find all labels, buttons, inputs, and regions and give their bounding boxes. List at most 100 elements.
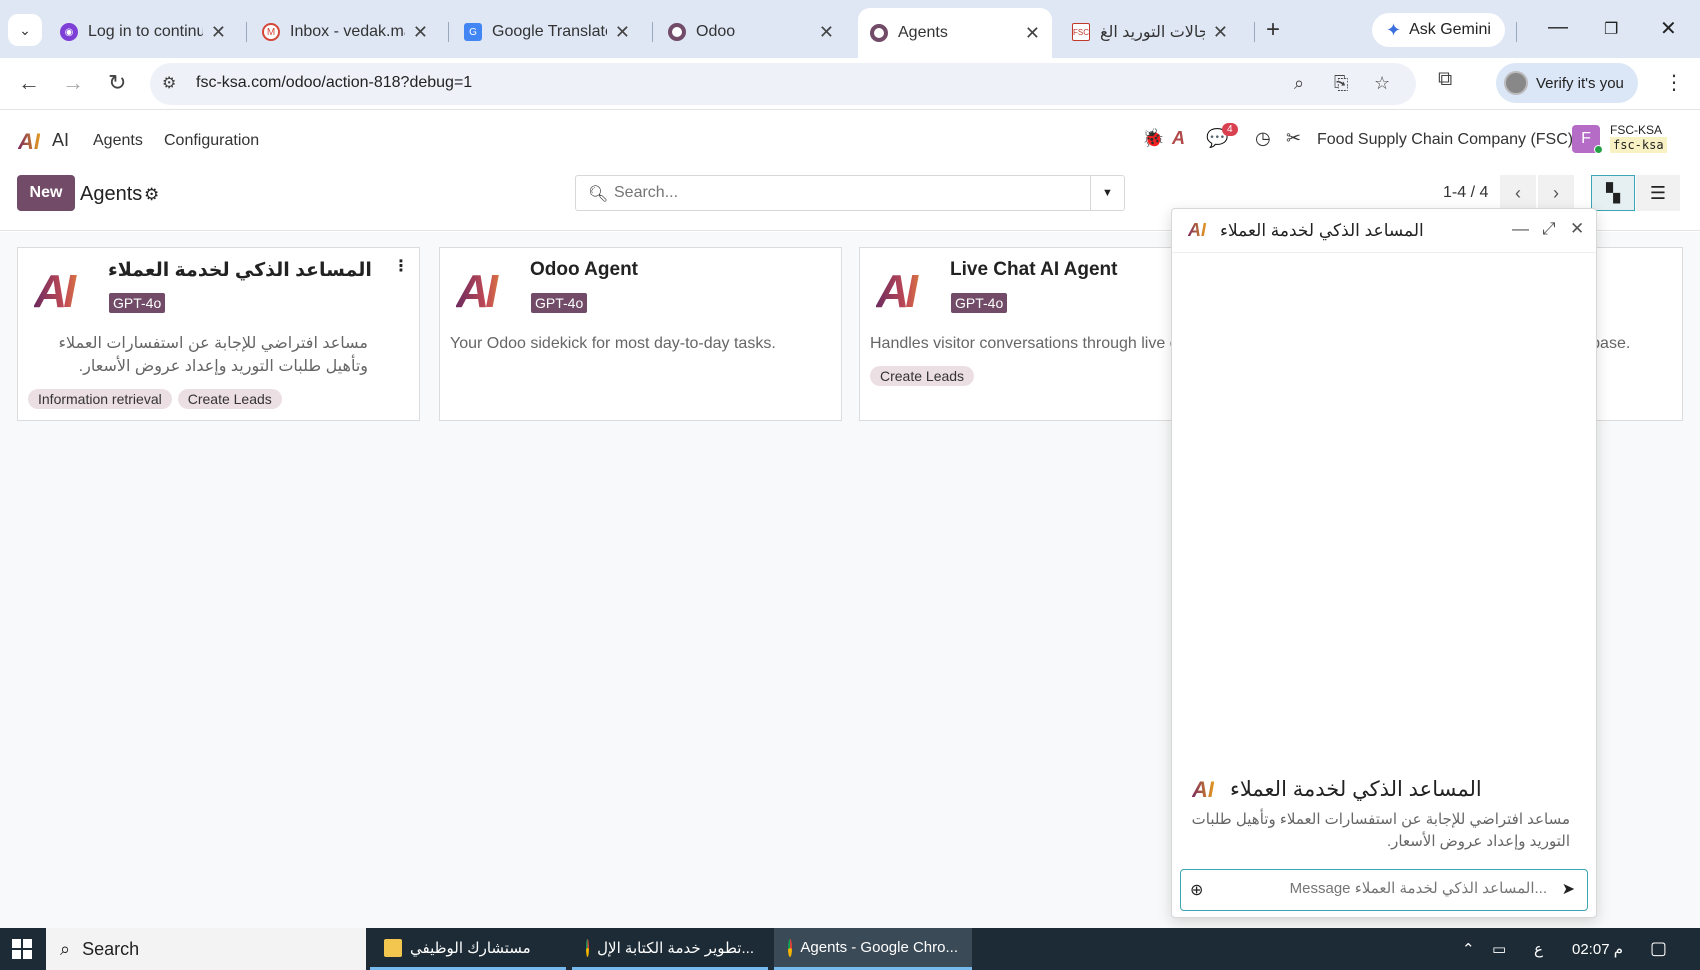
site-settings-icon[interactable]: ⚙ — [162, 73, 176, 93]
odoo-icon — [668, 23, 686, 41]
tab-supply-fields[interactable]: FSC مجالات التوريد الغ ✕ — [1060, 12, 1240, 52]
database-code: fsc-ksa — [1610, 137, 1667, 153]
close-icon[interactable]: ✕ — [615, 22, 630, 43]
back-arrow-icon[interactable]: ← — [18, 70, 40, 96]
pager-previous-icon[interactable]: ‹ — [1500, 175, 1536, 211]
send-icon[interactable]: ➤ — [1562, 879, 1575, 899]
security-icon: ◉ — [60, 23, 78, 41]
debug-bug-icon[interactable]: 🐞 — [1142, 128, 1164, 149]
taskbar-app-label: تطوير خدمة الكتابة الإل... — [597, 939, 754, 957]
browser-menu-icon[interactable]: ⋮ — [1664, 70, 1684, 95]
tab-label: Google Translate — [492, 23, 607, 40]
message-input[interactable] — [1217, 880, 1547, 897]
tab-search-button[interactable]: ⌄ — [8, 14, 42, 46]
tab-label: مجالات التوريد الغ — [1100, 24, 1205, 41]
tab-divider — [246, 22, 247, 42]
card-menu-icon[interactable]: ⋮ — [393, 256, 409, 276]
search-options-toggle[interactable]: ▼ — [1090, 176, 1124, 210]
clock-time[interactable]: م 02:07 — [1572, 940, 1623, 958]
topic-tag: Create Leads — [177, 389, 282, 409]
activity-clock-icon[interactable]: ◷ — [1255, 128, 1271, 149]
chat-composer: ⊕ ➤ — [1180, 869, 1588, 911]
app-name[interactable]: AI — [52, 130, 69, 151]
windows-start-icon[interactable] — [12, 939, 32, 959]
menu-configuration[interactable]: Configuration — [164, 132, 259, 150]
gear-icon[interactable]: ⚙ — [144, 185, 159, 205]
tab-login[interactable]: ◉ Log in to continu ✕ — [48, 12, 238, 52]
ai-systray-icon[interactable]: A — [1172, 128, 1185, 149]
forward-arrow-icon[interactable]: → — [62, 70, 84, 96]
bookmark-star-icon[interactable]: ☆ — [1374, 73, 1390, 94]
pager-value[interactable]: 1-4 / 4 — [1443, 184, 1488, 202]
close-icon[interactable]: ✕ — [211, 22, 226, 43]
agent-card[interactable]: AI Odoo Agent GPT-4o Your Odoo sidekick … — [439, 247, 842, 421]
tray-chevron-icon[interactable]: ⌃ — [1462, 940, 1475, 958]
tab-label: Odoo — [696, 23, 736, 40]
chrome-icon — [586, 938, 590, 957]
extensions-icon[interactable]: ⧉ — [1438, 68, 1452, 91]
agent-name: المساعد الذكي لخدمة العملاء — [108, 260, 372, 281]
tab-label: Inbox - vedak.ma — [290, 23, 405, 40]
tools-icon[interactable]: ✂ — [1286, 128, 1301, 149]
url-text[interactable]: fsc-ksa.com/odoo/action-818?debug=1 — [196, 74, 472, 92]
minimize-icon[interactable]: — — [1548, 16, 1568, 39]
ai-agent-logo: AI — [876, 266, 938, 316]
agent-name: Odoo Agent — [530, 259, 638, 280]
agent-description: Your Odoo sidekick for most day-to-day t… — [450, 335, 776, 352]
chat-header[interactable]: AI المساعد الذكي لخدمة العملاء — ⤢ ✕ — [1172, 209, 1596, 253]
minimize-icon[interactable]: — — [1512, 219, 1529, 239]
input-language[interactable]: ع — [1534, 940, 1543, 958]
search-icon: ⌕ — [60, 938, 71, 959]
ai-agent-logo: AI — [1192, 777, 1214, 802]
gemini-label: Ask Gemini — [1409, 21, 1491, 38]
taskbar-search[interactable]: ⌕ Search — [46, 928, 366, 970]
agent-card[interactable]: AI Live Chat AI Agent GPT-4o Handles vis… — [859, 247, 1219, 421]
model-badge: GPT-4o — [531, 293, 588, 313]
tab-agents[interactable]: Agents ✕ — [858, 8, 1052, 58]
ask-gemini-button[interactable]: ✦ Ask Gemini — [1372, 13, 1505, 47]
tab-inbox[interactable]: M Inbox - vedak.ma ✕ — [250, 12, 440, 52]
taskbar-app-label: مستشارك الوظيفي — [410, 939, 531, 957]
chat-intro-title: المساعد الذكي لخدمة العملاء — [1230, 778, 1482, 801]
zoom-icon[interactable]: ⌕ — [1294, 73, 1304, 94]
close-icon[interactable]: ✕ — [1025, 23, 1040, 44]
company-switcher[interactable]: Food Supply Chain Company (FSC) — [1317, 131, 1573, 149]
tab-divider — [1516, 22, 1517, 42]
close-icon[interactable]: ✕ — [1570, 219, 1584, 239]
menu-agents[interactable]: Agents — [93, 132, 143, 150]
reload-icon[interactable]: ↻ — [108, 70, 126, 96]
tab-google-translate[interactable]: G Google Translate ✕ — [452, 12, 642, 52]
verify-profile-button[interactable]: Verify it's you — [1496, 63, 1638, 103]
search-input[interactable] — [614, 184, 1064, 202]
window-close-icon[interactable]: ✕ — [1660, 16, 1677, 41]
pager-next-icon[interactable]: › — [1538, 175, 1574, 211]
close-icon[interactable]: ✕ — [1213, 22, 1228, 43]
network-icon[interactable]: ▭ — [1492, 940, 1506, 958]
ai-app-logo[interactable]: AI — [18, 129, 40, 155]
expand-icon[interactable]: ⤢ — [1542, 219, 1556, 239]
taskbar-search-label: Search — [82, 938, 140, 959]
notifications-icon[interactable]: ▢ — [1650, 938, 1667, 959]
taskbar-app-folder[interactable]: مستشارك الوظيفي — [370, 928, 566, 970]
tab-odoo[interactable]: Odoo ✕ — [656, 12, 846, 52]
close-icon[interactable]: ✕ — [819, 22, 834, 43]
tab-label: Agents — [898, 24, 948, 41]
install-app-icon[interactable]: ⎘ — [1334, 73, 1348, 94]
new-button[interactable]: New — [17, 175, 75, 211]
mail-icon: M — [262, 23, 280, 41]
page-title: Agents — [80, 183, 143, 205]
add-attachment-icon[interactable]: ⊕ — [1190, 880, 1203, 900]
taskbar-app-chrome-active[interactable]: Agents - Google Chro... — [774, 928, 972, 970]
address-bar[interactable]: ⚙ fsc-ksa.com/odoo/action-818?debug=1 ⌕ … — [150, 63, 1416, 105]
chat-window: AI المساعد الذكي لخدمة العملاء — ⤢ ✕ AI … — [1171, 208, 1597, 918]
close-icon[interactable]: ✕ — [413, 22, 428, 43]
list-view-icon[interactable]: ☰ — [1636, 175, 1680, 211]
taskbar-app-chrome[interactable]: تطوير خدمة الكتابة الإل... — [572, 928, 768, 970]
restore-icon[interactable]: ❐ — [1604, 19, 1618, 39]
kanban-view-icon[interactable]: ▚ — [1591, 175, 1635, 211]
new-tab-icon[interactable]: + — [1266, 16, 1280, 44]
agent-card[interactable]: AI المساعد الذكي لخدمة العملاء GPT-4o ⋮ … — [17, 247, 420, 421]
agent-description: مساعد افتراضي للإجابة عن استفسارات العمل… — [58, 335, 368, 375]
model-badge: GPT-4o — [951, 293, 1008, 313]
tab-divider — [448, 22, 449, 42]
